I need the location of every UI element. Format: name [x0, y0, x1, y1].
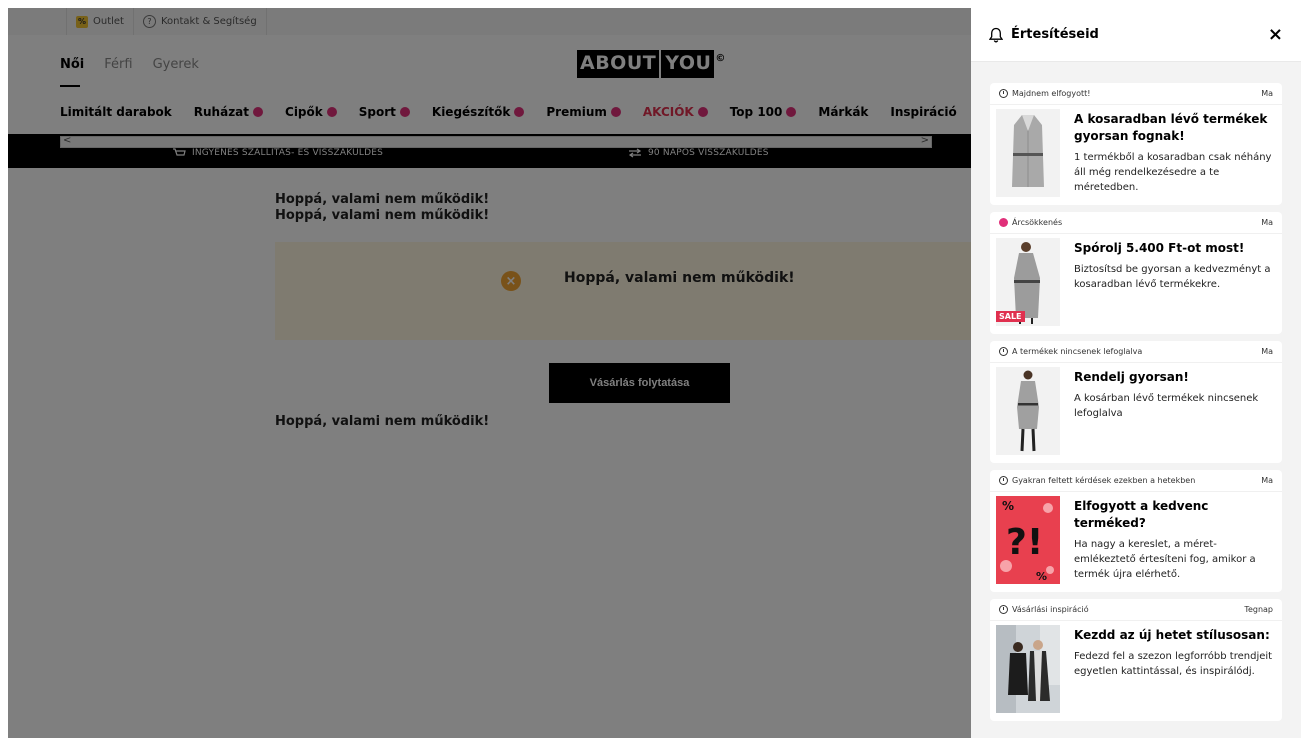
panel-title: Értesítéseid	[1011, 27, 1099, 42]
clock-icon	[999, 89, 1008, 98]
notification-card[interactable]: Gyakran feltett kérdések ezekben a hetek…	[990, 470, 1282, 592]
card-time: Ma	[1261, 476, 1273, 485]
faq-illustration: ?!%%	[996, 496, 1060, 584]
clock-icon	[999, 347, 1008, 356]
card-title: Kezdd az új hetet stílusosan:	[1074, 628, 1270, 642]
product-thumbnail: SALE	[996, 238, 1060, 326]
clock-icon	[999, 605, 1008, 614]
card-time: Ma	[1261, 89, 1273, 98]
panel-header: Értesítéseid ×	[971, 8, 1301, 62]
card-tag: Árcsökkenés	[999, 218, 1261, 227]
modal-backdrop[interactable]	[8, 8, 992, 738]
card-description: Biztosítsd be gyorsan a kedvezményt a ko…	[1074, 264, 1271, 290]
clock-icon	[999, 476, 1008, 485]
price-drop-icon	[999, 218, 1008, 227]
card-tag-label: Vásárlási inspiráció	[1012, 605, 1089, 614]
card-tag-label: A termékek nincsenek lefoglalva	[1012, 347, 1143, 356]
card-title: Rendelj gyorsan!	[1074, 370, 1189, 384]
card-tag: A termékek nincsenek lefoglalva	[999, 347, 1261, 356]
card-tag-label: Árcsökkenés	[1012, 218, 1063, 227]
notification-card[interactable]: Majdnem elfogyott! Ma A kosaradban lévő …	[990, 83, 1282, 205]
card-tag: Gyakran feltett kérdések ezekben a hetek…	[999, 476, 1261, 485]
notifications-panel: Értesítéseid × Majdnem elfogyott! Ma A k…	[971, 8, 1301, 738]
card-tag-label: Majdnem elfogyott!	[1012, 89, 1091, 98]
notification-list: Majdnem elfogyott! Ma A kosaradban lévő …	[971, 62, 1301, 721]
inspiration-photo	[996, 625, 1060, 713]
card-tag: Majdnem elfogyott!	[999, 89, 1261, 98]
card-time: Ma	[1261, 218, 1273, 227]
card-header: Árcsökkenés Ma	[990, 212, 1282, 234]
card-header: Vásárlási inspiráció Tegnap	[990, 599, 1282, 621]
card-title: Spórolj 5.400 Ft-ot most!	[1074, 241, 1245, 255]
product-thumbnail	[996, 367, 1060, 455]
close-icon[interactable]: ×	[1268, 24, 1283, 45]
card-tag-label: Gyakran feltett kérdések ezekben a hetek…	[1012, 476, 1196, 485]
card-header: Majdnem elfogyott! Ma	[990, 83, 1282, 105]
shop-page: % Outlet ? Kontakt & Segítség Női Férfi …	[8, 8, 992, 738]
card-title: Elfogyott a kedvenc terméked?	[1074, 499, 1209, 530]
sale-badge: SALE	[996, 311, 1025, 322]
card-description: Ha nagy a kereslet, a méret-emlékeztető …	[1074, 539, 1256, 580]
notification-card[interactable]: A termékek nincsenek lefoglalva Ma Rende…	[990, 341, 1282, 463]
card-time: Ma	[1261, 347, 1273, 356]
card-title: A kosaradban lévő termékek gyorsan fogna…	[1074, 112, 1268, 143]
card-tag: Vásárlási inspiráció	[999, 605, 1244, 614]
card-description: A kosárban lévő termékek nincsenek lefog…	[1074, 393, 1259, 419]
card-time: Tegnap	[1244, 605, 1273, 614]
bell-icon	[989, 27, 1003, 43]
notification-card[interactable]: Árcsökkenés Ma SALE Spórolj 5.400 Ft-ot …	[990, 212, 1282, 334]
card-description: Fedezd fel a szezon legforróbb trendjeit…	[1074, 651, 1273, 677]
svg-text:%: %	[1002, 499, 1014, 513]
svg-text:?!: ?!	[1006, 522, 1043, 563]
svg-text:%: %	[1036, 570, 1047, 583]
product-thumbnail	[996, 109, 1060, 197]
card-header: Gyakran feltett kérdések ezekben a hetek…	[990, 470, 1282, 492]
card-description: 1 termékből a kosaradban csak néhány áll…	[1074, 152, 1272, 193]
card-header: A termékek nincsenek lefoglalva Ma	[990, 341, 1282, 363]
notification-card[interactable]: Vásárlási inspiráció Tegnap Kezdd az új …	[990, 599, 1282, 721]
